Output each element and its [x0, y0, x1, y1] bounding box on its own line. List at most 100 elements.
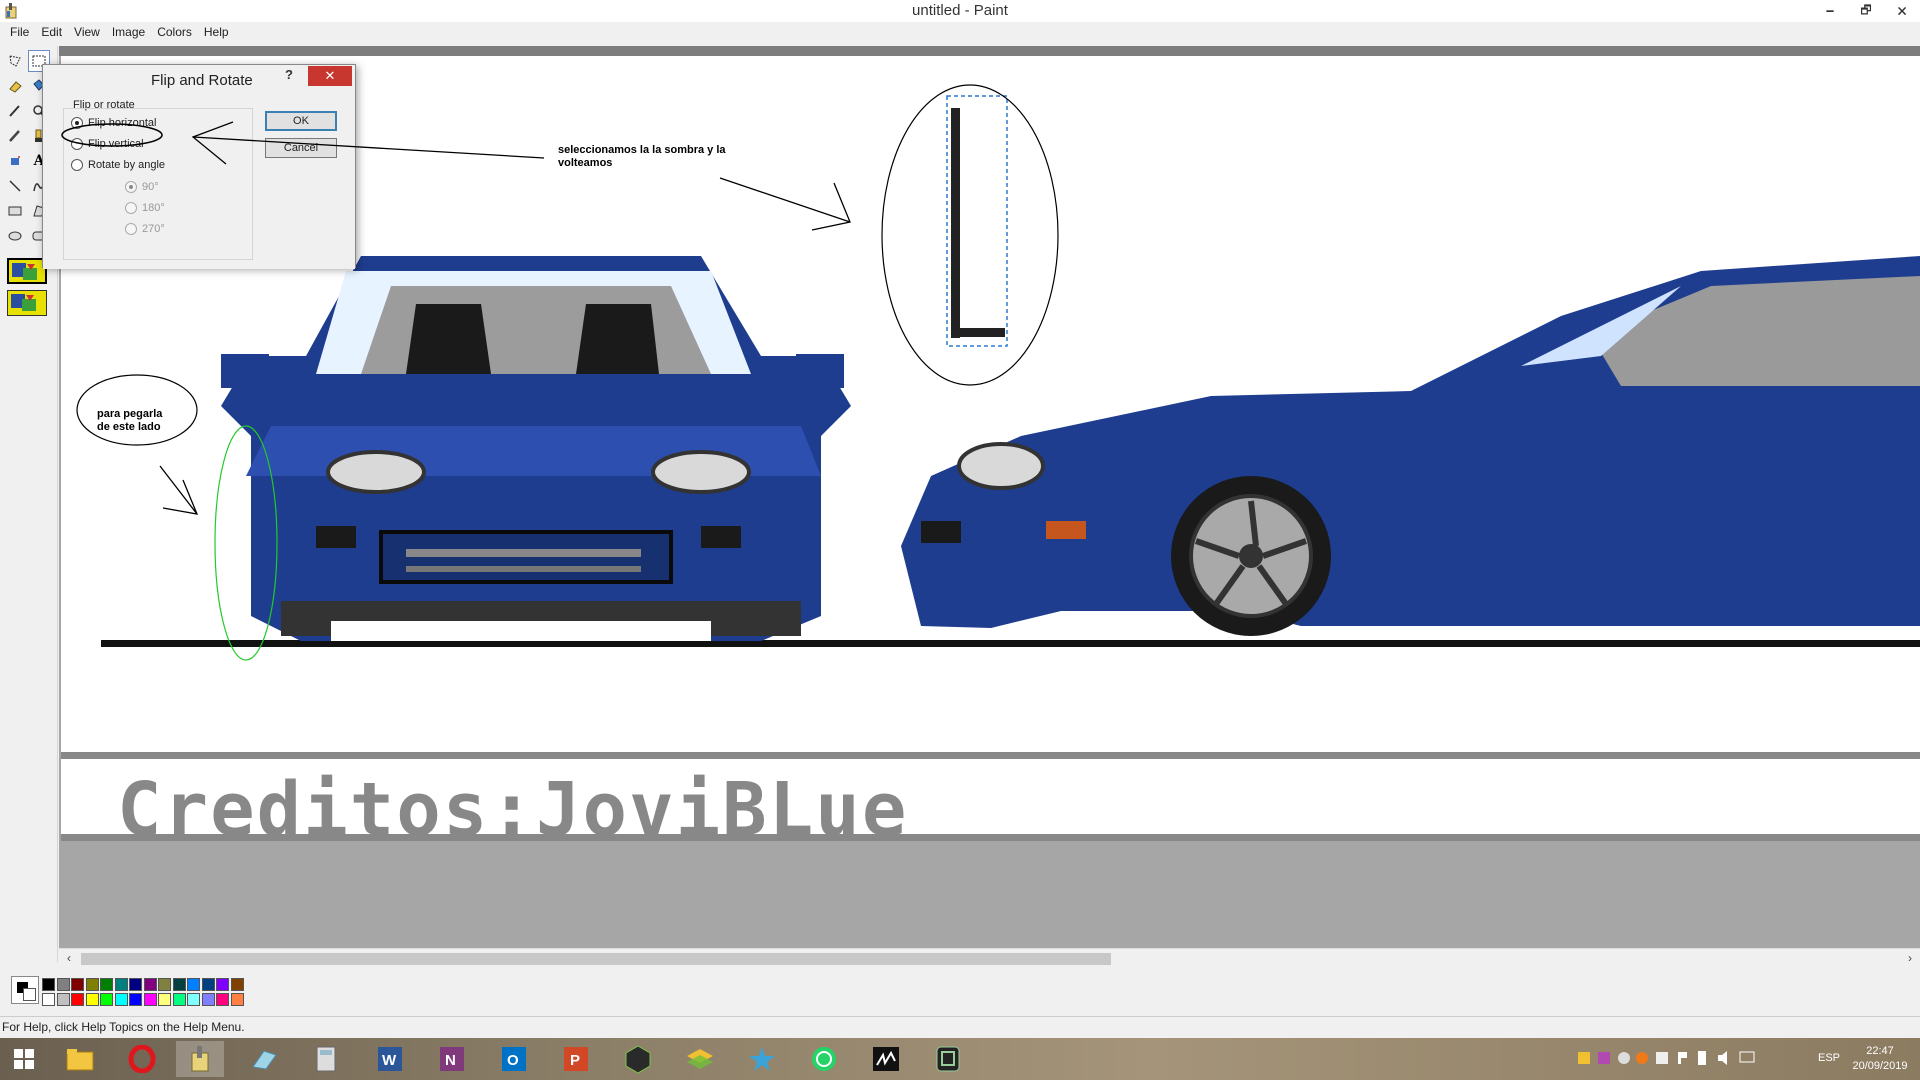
rotate-by-angle-option[interactable]: Rotate by angle: [71, 159, 165, 171]
palette-swatch[interactable]: [114, 978, 128, 991]
flip-vertical-option[interactable]: Flip vertical: [71, 138, 144, 150]
palette-swatch[interactable]: [158, 978, 171, 991]
palette-swatch[interactable]: [187, 978, 200, 991]
dialog-help-button[interactable]: ?: [279, 67, 299, 87]
palette-swatch[interactable]: [172, 993, 186, 1006]
scroll-thumb[interactable]: [81, 953, 1111, 965]
dialog-close-button[interactable]: ✕: [308, 66, 352, 86]
free-select-icon[interactable]: [4, 50, 26, 72]
flip-horizontal-radio[interactable]: [71, 117, 83, 129]
svg-text:O: O: [507, 1052, 519, 1069]
scroll-right-icon[interactable]: ›: [1902, 951, 1918, 967]
palette-swatch[interactable]: [71, 993, 84, 1006]
taskbar-calculator[interactable]: [302, 1041, 350, 1077]
svg-text:P: P: [570, 1052, 580, 1069]
opaque-selection-option[interactable]: [7, 258, 47, 284]
angle-90-label: 90°: [142, 181, 159, 193]
transparent-selection-option[interactable]: [7, 290, 47, 316]
ellipse-icon[interactable]: [4, 225, 26, 247]
palette-swatch[interactable]: [187, 993, 200, 1006]
scroll-left-icon[interactable]: ‹: [61, 951, 77, 967]
tray-icons[interactable]: [1570, 1038, 1800, 1080]
horizontal-scrollbar[interactable]: ‹ ›: [59, 948, 1920, 968]
eraser-icon[interactable]: [4, 75, 26, 97]
palette-swatch[interactable]: [56, 993, 70, 1006]
taskbar-whatsapp[interactable]: [800, 1041, 848, 1077]
palette-swatch[interactable]: [201, 993, 215, 1006]
palette-swatch[interactable]: [158, 993, 171, 1006]
color-palette: [0, 968, 1920, 1016]
palette-swatch[interactable]: [201, 978, 215, 991]
palette-swatch[interactable]: [114, 993, 128, 1006]
angle-180-radio[interactable]: [125, 202, 137, 214]
taskbar-outlook[interactable]: O: [490, 1041, 538, 1077]
restore-button[interactable]: 🗗: [1848, 0, 1884, 22]
dialog-title: Flip and Rotate: [151, 72, 253, 89]
angle-90-radio[interactable]: [125, 181, 137, 193]
pencil-icon[interactable]: [4, 125, 26, 147]
angle-270-option[interactable]: 270°: [125, 223, 165, 235]
svg-text:W: W: [382, 1052, 397, 1069]
angle-180-option[interactable]: 180°: [125, 202, 165, 214]
taskbar-onenote[interactable]: N: [428, 1041, 476, 1077]
current-colors-box[interactable]: [11, 976, 39, 1004]
palette-swatch[interactable]: [129, 993, 142, 1006]
palette-swatch[interactable]: [143, 978, 157, 991]
palette-swatch[interactable]: [216, 978, 229, 991]
taskbar-file-explorer[interactable]: [56, 1041, 104, 1077]
palette-swatch[interactable]: [129, 978, 142, 991]
menu-colors[interactable]: Colors: [151, 25, 198, 39]
taskbar-star-app[interactable]: [738, 1041, 786, 1077]
airbrush-icon[interactable]: [4, 150, 26, 172]
taskbar-signature-app[interactable]: [862, 1041, 910, 1077]
palette-swatch[interactable]: [42, 978, 55, 991]
line-icon[interactable]: [4, 175, 26, 197]
palette-swatch[interactable]: [71, 978, 84, 991]
eraser-app-icon: [252, 1050, 277, 1070]
menu-image[interactable]: Image: [106, 25, 151, 39]
start-button[interactable]: [0, 1041, 48, 1077]
flip-horizontal-label: Flip horizontal: [88, 117, 157, 129]
angle-270-radio[interactable]: [125, 223, 137, 235]
menu-view[interactable]: View: [68, 25, 106, 39]
side-view-car: [901, 256, 1920, 636]
palette-swatch[interactable]: [100, 978, 113, 991]
dialog-body: Flip or rotate Flip horizontal Flip vert…: [43, 95, 355, 269]
taskbar-bluestacks[interactable]: [676, 1041, 724, 1077]
cancel-button[interactable]: Cancel: [265, 138, 337, 158]
palette-swatch[interactable]: [56, 978, 70, 991]
menu-edit[interactable]: Edit: [35, 25, 68, 39]
windows-icon: [14, 1049, 34, 1069]
rectangle-icon[interactable]: [4, 200, 26, 222]
palette-swatch[interactable]: [42, 993, 55, 1006]
dialog-title-bar[interactable]: Flip and Rotate ? ✕: [43, 65, 355, 95]
color-picker-icon[interactable]: [4, 100, 26, 122]
flip-vertical-radio[interactable]: [71, 138, 83, 150]
taskbar-word[interactable]: W: [366, 1041, 414, 1077]
palette-swatch[interactable]: [172, 978, 186, 991]
palette-swatch[interactable]: [143, 993, 157, 1006]
menu-help[interactable]: Help: [198, 25, 235, 39]
angle-90-option[interactable]: 90°: [125, 181, 159, 193]
taskbar-device-app[interactable]: [924, 1041, 972, 1077]
minimize-button[interactable]: 🗕: [1812, 0, 1848, 22]
clock[interactable]: 22:47 20/09/2019: [1850, 1044, 1910, 1074]
menu-file[interactable]: File: [4, 25, 35, 39]
language-indicator[interactable]: ESP: [1818, 1052, 1840, 1064]
ok-button[interactable]: OK: [265, 111, 337, 131]
taskbar-eraser-app[interactable]: [240, 1041, 288, 1077]
flip-horizontal-option[interactable]: Flip horizontal: [71, 117, 156, 129]
taskbar-paint[interactable]: [176, 1041, 224, 1077]
palette-swatch[interactable]: [230, 993, 244, 1006]
palette-swatch[interactable]: [230, 978, 244, 991]
rotate-by-angle-radio[interactable]: [71, 159, 83, 171]
palette-swatch[interactable]: [85, 993, 99, 1006]
taskbar-powerpoint[interactable]: P: [552, 1041, 600, 1077]
taskbar-opera[interactable]: [118, 1041, 166, 1077]
palette-swatch[interactable]: [216, 993, 229, 1006]
taskbar-nox[interactable]: [614, 1041, 662, 1077]
palette-swatch[interactable]: [85, 978, 99, 991]
close-window-button[interactable]: 🗙: [1884, 0, 1920, 22]
palette-swatch[interactable]: [100, 993, 113, 1006]
credit-banner: Creditos:JoviBLue: [61, 752, 1920, 841]
